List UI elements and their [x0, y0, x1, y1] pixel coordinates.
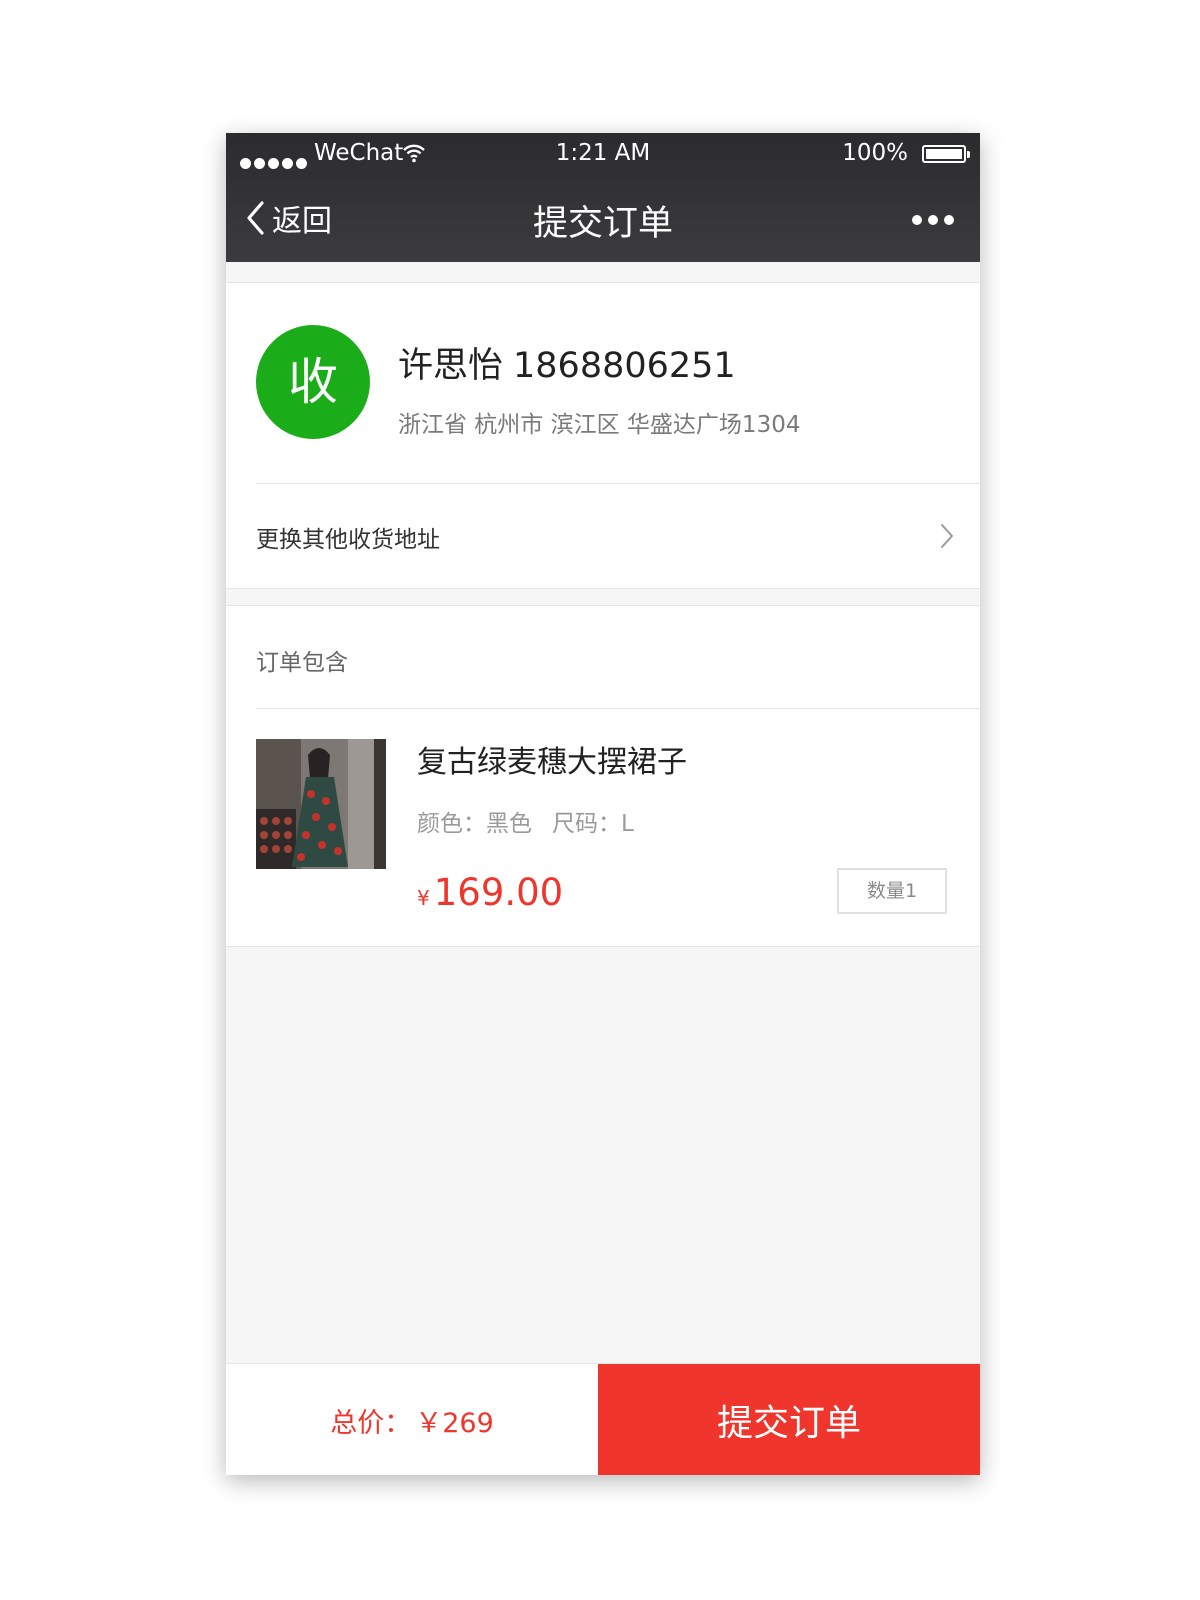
receiver-phone: 1868806251: [513, 346, 736, 386]
divider: [256, 708, 980, 709]
total-label: 总价：: [330, 1407, 412, 1439]
product-image[interactable]: [256, 739, 386, 869]
bottom-bar: 总价： ￥269 提交订单: [226, 1363, 980, 1475]
change-address-label: 更换其他收货地址: [256, 527, 440, 553]
price-amount: 169.00: [433, 871, 564, 914]
quantity-box[interactable]: 数量1: [837, 868, 947, 914]
navigation-bar: 返回 提交订单: [226, 173, 980, 262]
battery-percent: 100%: [842, 140, 908, 166]
address-card: 收 许思怡 1868806251 浙江省 杭州市 滨江区 华盛达广场1304 更换…: [226, 282, 980, 589]
total-value: ￥269: [415, 1407, 494, 1439]
phone-screen: WeChat 1:21 AM 100% 返回 提交订单 收 许思怡 186880…: [226, 133, 980, 1475]
order-card: 订单包含 复古绿麦穗大摆裙子 颜色：黑色 尺码：L ¥ 169.00 数量1: [226, 605, 980, 947]
receiver-avatar: 收: [256, 325, 370, 439]
change-address-row[interactable]: 更换其他收货地址: [226, 484, 980, 588]
receiver-name: 许思怡: [398, 346, 504, 386]
receiver-name-line: 许思怡 1868806251: [398, 337, 736, 388]
status-bar: WeChat 1:21 AM 100%: [226, 133, 980, 173]
top-bar: WeChat 1:21 AM 100% 返回 提交订单: [226, 133, 980, 262]
product-attributes: 颜色：黑色 尺码：L: [417, 804, 634, 838]
page-title: 提交订单: [532, 204, 673, 244]
receiver-address: 浙江省 杭州市 滨江区 华盛达广场1304: [398, 412, 801, 438]
battery-icon: [922, 145, 970, 163]
product-price: ¥169.00: [417, 871, 563, 914]
total-price: 总价： ￥269: [226, 1364, 598, 1475]
order-section-title: 订单包含: [256, 650, 348, 676]
color-value: 黑色: [486, 811, 532, 837]
chevron-right-icon: [941, 524, 953, 548]
size-value: L: [621, 811, 634, 837]
product-title: 复古绿麦穗大摆裙子: [417, 745, 687, 780]
more-options-icon[interactable]: [906, 210, 954, 229]
color-label: 颜色：: [417, 811, 486, 837]
submit-order-button[interactable]: 提交订单: [598, 1364, 980, 1475]
size-label: 尺码：: [552, 811, 621, 837]
currency-symbol: ¥: [417, 886, 430, 910]
